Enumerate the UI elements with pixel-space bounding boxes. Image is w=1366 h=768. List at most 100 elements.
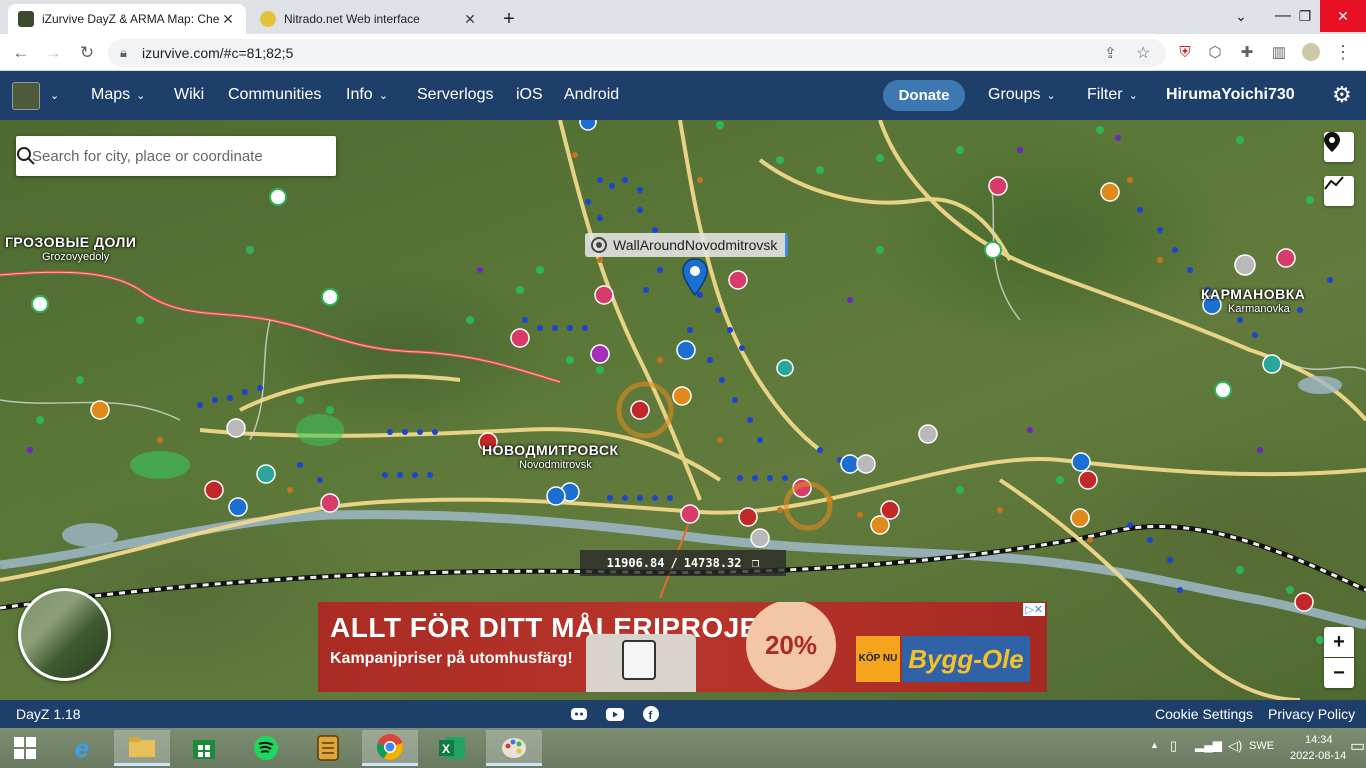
- paint-can-image: [586, 634, 696, 692]
- nav-maps[interactable]: Maps ⌄: [91, 86, 145, 104]
- ad-buy-now[interactable]: KÖP NU: [856, 636, 900, 682]
- nav-serverlogs[interactable]: Serverlogs: [417, 86, 493, 104]
- notifications-icon[interactable]: ▭: [1350, 736, 1365, 756]
- svg-text:f: f: [649, 710, 653, 722]
- tab-search-icon[interactable]: ⌄: [1218, 0, 1264, 32]
- side-panel-icon[interactable]: ▥: [1270, 43, 1288, 61]
- forward-icon[interactable]: →: [40, 40, 66, 66]
- place-label-novodmitrovsk: НОВОДМИТРОВСК: [482, 442, 619, 458]
- nav-wiki[interactable]: Wiki: [174, 86, 204, 104]
- zoom-out-button[interactable]: −: [1324, 658, 1354, 688]
- browser-toolbar: ← → ↻ 🔒︎ izurvive.com/#c=81;82;5 ⇪ ☆ ⛨ ⬡…: [0, 34, 1366, 71]
- youtube-icon[interactable]: [606, 705, 624, 723]
- search-icon[interactable]: [16, 146, 36, 166]
- map-search-box: [16, 136, 336, 176]
- input-language[interactable]: SWE: [1249, 740, 1274, 752]
- nitrado-favicon-icon: [260, 11, 276, 27]
- ad-subline: Kampanjpriser på utomhusfärg!: [330, 650, 573, 667]
- store-icon[interactable]: [176, 730, 232, 766]
- chevron-down-icon: ⌄: [136, 90, 146, 102]
- place-sublabel-grozovyedoly: Grozovyedoly: [42, 251, 110, 263]
- nav-info[interactable]: Info ⌄: [346, 86, 388, 104]
- nav-communities[interactable]: Communities: [228, 86, 321, 104]
- dayz-logo[interactable]: [12, 82, 40, 110]
- chevron-down-icon: ⌄: [378, 90, 388, 102]
- facebook-icon[interactable]: f: [642, 705, 660, 723]
- user-account-link[interactable]: HirumaYoichi730: [1166, 86, 1295, 104]
- nav-android[interactable]: Android: [564, 86, 619, 104]
- ad-brand-logo: Bygg-Ole: [902, 636, 1030, 682]
- nav-groups[interactable]: Groups ⌄: [988, 86, 1056, 104]
- tray-overflow-icon[interactable]: ▲: [1150, 740, 1159, 750]
- reload-icon[interactable]: ↻: [74, 40, 100, 66]
- settings-gear-icon[interactable]: ⚙: [1332, 82, 1352, 108]
- clock-date[interactable]: 2022-08-14: [1290, 750, 1346, 762]
- chrome-icon[interactable]: [362, 730, 418, 766]
- donate-button[interactable]: Donate: [883, 80, 965, 111]
- map-pin-icon[interactable]: [682, 258, 708, 296]
- close-tab-icon[interactable]: ✕: [220, 11, 236, 28]
- add-marker-icon[interactable]: [1324, 132, 1354, 162]
- advertisement-banner[interactable]: ALLT FÖR DITT MÅLERIPROJEKT Kampanjprise…: [318, 602, 1047, 692]
- copy-icon[interactable]: ❐: [752, 556, 760, 571]
- new-tab-button[interactable]: +: [494, 4, 524, 34]
- search-input[interactable]: [16, 136, 296, 176]
- marker-label[interactable]: WallAroundNovodmitrovsk: [585, 233, 789, 257]
- svg-text:X: X: [442, 742, 450, 756]
- place-sublabel-novodmitrovsk: Novodmitrovsk: [519, 459, 592, 471]
- spotify-icon[interactable]: [238, 730, 294, 766]
- tab-nitrado[interactable]: Nitrado.net Web interface ✕: [250, 4, 488, 34]
- game-select-chevron-icon[interactable]: ⌄: [50, 89, 59, 102]
- volume-icon[interactable]: ◁): [1228, 738, 1242, 754]
- place-label-karmanovka: КАРМАНОВКА: [1201, 286, 1306, 302]
- place-sublabel-karmanovka: Karmanovka: [1228, 303, 1290, 315]
- internet-explorer-icon[interactable]: e: [54, 730, 110, 766]
- zoom-in-button[interactable]: +: [1324, 627, 1354, 657]
- share-icon[interactable]: ⇪: [1104, 44, 1117, 62]
- ad-headline: ALLT FÖR DITT MÅLERIPROJEKT: [330, 612, 798, 643]
- chevron-down-icon: ⌄: [1046, 90, 1056, 102]
- office-notes-icon[interactable]: [300, 730, 356, 766]
- paint-icon[interactable]: [486, 730, 542, 766]
- measure-line-icon[interactable]: [1324, 176, 1354, 206]
- izurvive-favicon-icon: [18, 11, 34, 27]
- back-icon[interactable]: ←: [8, 40, 34, 66]
- browser-tab-strip: iZurvive DayZ & ARMA Map: Che ✕ Nitrado.…: [0, 0, 1366, 34]
- nav-ios[interactable]: iOS: [516, 86, 543, 104]
- signal-icon[interactable]: ▂▄▆: [1195, 738, 1222, 752]
- profile-avatar[interactable]: [1302, 43, 1320, 61]
- satellite-minimap[interactable]: [18, 588, 111, 681]
- address-bar[interactable]: 🔒︎ izurvive.com/#c=81;82;5 ⇪ ☆: [108, 39, 1166, 67]
- browser-menu-icon[interactable]: ⋮: [1334, 42, 1352, 62]
- battery-icon[interactable]: ▯: [1170, 738, 1177, 754]
- cookie-settings-link[interactable]: Cookie Settings: [1155, 706, 1253, 722]
- close-tab-icon[interactable]: ✕: [462, 11, 478, 28]
- file-explorer-icon[interactable]: [114, 730, 170, 766]
- close-window-button[interactable]: ✕: [1320, 0, 1366, 32]
- extensions-puzzle-icon[interactable]: ✚: [1238, 43, 1256, 61]
- extension-shield-icon[interactable]: ⛨: [1176, 43, 1194, 61]
- app-navbar: ⌄ Maps ⌄ Wiki Communities Info ⌄ Serverlog…: [0, 71, 1366, 120]
- ad-discount-badge: 20%: [750, 604, 832, 686]
- tab-title: iZurvive DayZ & ARMA Map: Che: [42, 12, 220, 26]
- url-text: izurvive.com/#c=81;82;5: [142, 45, 294, 61]
- nav-filter[interactable]: Filter ⌄: [1087, 86, 1138, 104]
- privacy-policy-link[interactable]: Privacy Policy: [1268, 706, 1355, 722]
- place-label-grozovye-doli: ГРОЗОВЫЕ ДОЛИ: [5, 234, 137, 250]
- clock-time[interactable]: 14:34: [1305, 734, 1333, 746]
- game-version: DayZ 1.18: [16, 706, 81, 722]
- app-footer: DayZ 1.18 f Cookie Settings Privacy Poli…: [0, 700, 1366, 728]
- coord-separator: /: [670, 556, 678, 570]
- map-canvas[interactable]: ГРОЗОВЫЕ ДОЛИ Grozovyedoly НОВОДМИТРОВСК…: [0, 120, 1366, 700]
- bookmark-star-icon[interactable]: ☆: [1136, 43, 1150, 63]
- coord-y: 14738.32: [683, 556, 742, 570]
- extension-cube-icon[interactable]: ⬡: [1206, 43, 1224, 61]
- ad-close-icon[interactable]: ▷✕: [1023, 603, 1045, 616]
- windows-start-icon[interactable]: [0, 730, 50, 766]
- windows-taskbar: e X ▲ ▯ ▂▄▆ ◁) SWE 14:34 2022-08-14 ▭: [0, 728, 1366, 768]
- marker-label-text: WallAroundNovodmitrovsk: [613, 237, 778, 253]
- excel-icon[interactable]: X: [424, 730, 480, 766]
- tab-title: Nitrado.net Web interface: [284, 12, 420, 26]
- discord-icon[interactable]: [570, 705, 588, 723]
- tab-izurvive[interactable]: iZurvive DayZ & ARMA Map: Che ✕: [8, 4, 246, 34]
